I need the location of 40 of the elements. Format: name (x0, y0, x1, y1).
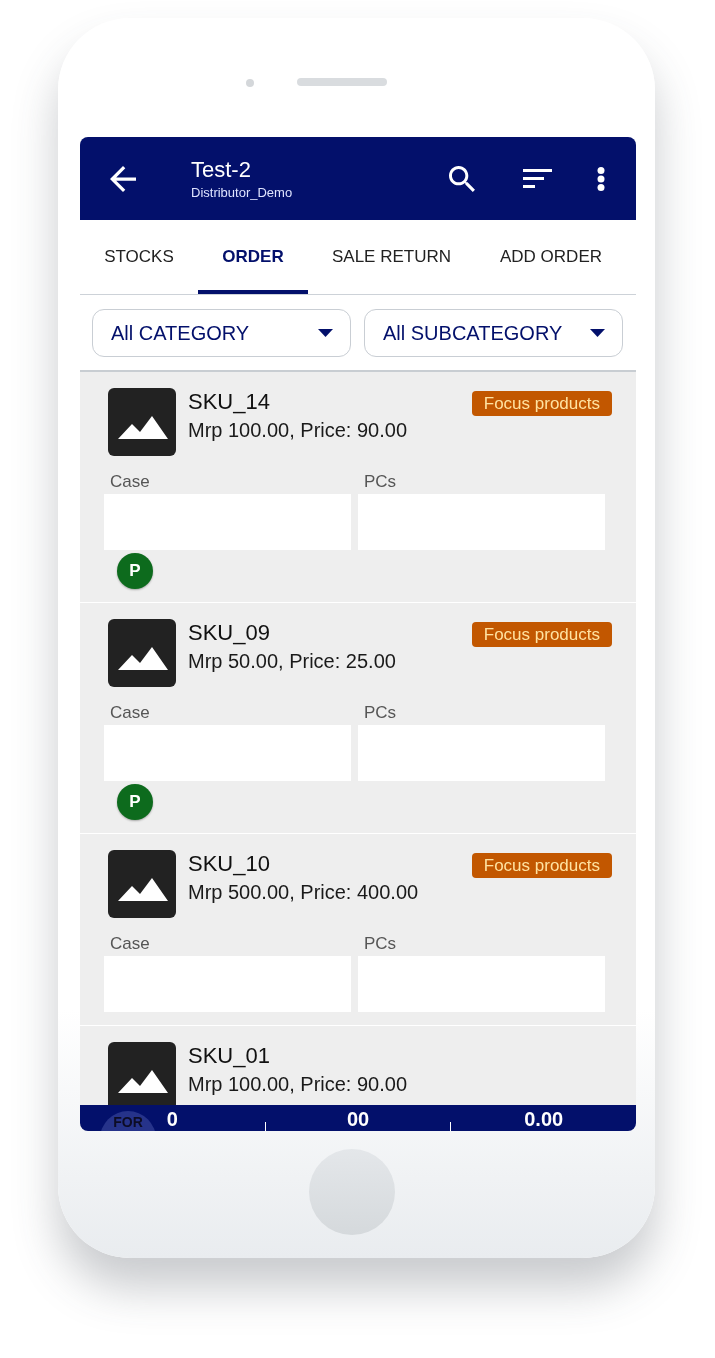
dropdown[interactable]: All SUBCATEGORY (364, 309, 623, 357)
sort-icon[interactable] (523, 169, 552, 188)
field-label: Case (109, 933, 151, 955)
more-icon[interactable] (597, 166, 605, 191)
field-label: PCs (363, 702, 398, 724)
caret-icon (590, 329, 605, 337)
total-value: 0 (166, 1109, 178, 1129)
product-price: Mrp 100.00, Price: 90.00 (188, 1072, 407, 1097)
tab[interactable]: ADD ORDER (475, 220, 627, 294)
product-name: SKU_01 (188, 1042, 271, 1070)
dropdown[interactable]: All CATEGORY (92, 309, 351, 357)
product-name: SKU_14 (188, 388, 271, 416)
field-label: PCs (363, 471, 398, 493)
focus-badge: Focus products (471, 622, 612, 647)
image-placeholder-icon (108, 388, 176, 456)
product-price: Mrp 500.00, Price: 400.00 (188, 880, 419, 905)
screen-title: Test-2 (191, 156, 252, 183)
back-arrow-icon[interactable] (110, 165, 136, 192)
product-price: Mrp 100.00, Price: 90.00 (188, 418, 407, 443)
product-price: Mrp 50.00, Price: 25.00 (188, 649, 396, 674)
total-value: 0.00 (524, 1109, 564, 1129)
letter-badge: P (117, 784, 153, 820)
letter-badge: P (117, 553, 153, 589)
field-label: Case (109, 702, 151, 724)
screen-subtitle: Distributor_Demo (191, 184, 293, 201)
image-placeholder-icon (108, 850, 176, 918)
tab[interactable]: STOCKS (80, 220, 198, 294)
field-label: PCs (363, 933, 398, 955)
image-placeholder-icon (108, 619, 176, 687)
tab[interactable]: SALE RETURN (308, 220, 475, 294)
total-value: 00 (346, 1109, 370, 1129)
image-placeholder-icon (108, 1042, 176, 1105)
product-name: SKU_09 (188, 619, 271, 647)
tab[interactable]: ORDER (198, 220, 308, 294)
product-name: SKU_10 (188, 850, 271, 878)
focus-badge: Focus products (471, 853, 612, 878)
focus-badge: Focus products (471, 391, 612, 416)
field-label: Case (109, 471, 151, 493)
caret-icon (318, 329, 333, 337)
search-icon[interactable] (449, 165, 475, 192)
